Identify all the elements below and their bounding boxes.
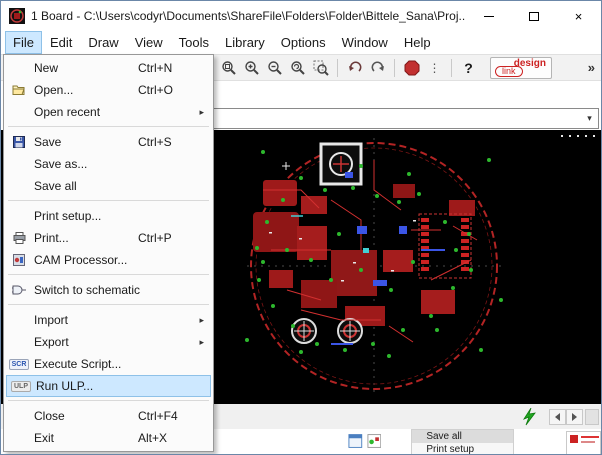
menu-separator <box>8 274 209 275</box>
menu-separator <box>8 126 209 127</box>
zoom-fit-icon <box>221 60 237 76</box>
menu-draw[interactable]: Draw <box>80 31 126 54</box>
minimize-icon <box>484 16 494 17</box>
toolbar-separator <box>337 59 338 77</box>
zoom-redraw-button[interactable] <box>286 57 309 79</box>
logo-dot <box>570 435 578 443</box>
menu-item-open-recent[interactable]: Open recent ▸ <box>4 101 213 123</box>
stop-icon <box>404 60 420 76</box>
minimize-button[interactable] <box>466 1 511 31</box>
zoom-select-button[interactable] <box>309 57 332 79</box>
menu-library[interactable]: Library <box>217 31 273 54</box>
zoom-in-button[interactable] <box>240 57 263 79</box>
zoom-in-icon <box>244 60 260 76</box>
help-icon: ? <box>464 60 473 76</box>
board-thumbnail-icon[interactable] <box>367 433 382 449</box>
menu-item-cam-processor[interactable]: CAM Processor... <box>4 249 213 271</box>
file-dropdown-menu: New Ctrl+N Open... Ctrl+O Open recent ▸ … <box>3 54 214 452</box>
menu-item-save[interactable]: Save Ctrl+S <box>4 131 213 153</box>
menu-separator <box>8 304 209 305</box>
menu-item-exit[interactable]: Exit Alt+X <box>4 427 213 449</box>
menu-view[interactable]: View <box>127 31 171 54</box>
titlebar: 1 Board - C:\Users\codyr\Documents\Share… <box>1 1 601 31</box>
schematic-icon <box>4 285 34 295</box>
lightning-icon <box>523 408 536 426</box>
chevron-down-icon: ▾ <box>587 113 592 124</box>
toolbar-separator <box>451 59 452 77</box>
menu-window[interactable]: Window <box>334 31 396 54</box>
menu-item-print-setup[interactable]: Print setup... <box>4 205 213 227</box>
window-title: 1 Board - C:\Users\codyr\Documents\Share… <box>31 9 466 23</box>
submenu-arrow-icon: ▸ <box>199 315 204 326</box>
cam-processor-icon <box>4 254 34 266</box>
submenu-arrow-icon: ▸ <box>199 107 204 118</box>
dots-icon: ⋮ <box>429 61 441 75</box>
design-link-button[interactable]: design link <box>490 57 552 79</box>
menubar: File Edit Draw View Tools Library Option… <box>1 31 601 54</box>
undo-icon <box>347 60 363 76</box>
scrollbar-corner <box>585 409 599 425</box>
zoom-out-button[interactable] <box>263 57 286 79</box>
undo-button[interactable] <box>343 57 366 79</box>
background-menu-item[interactable]: Save all <box>412 430 513 443</box>
menu-item-close[interactable]: Close Ctrl+F4 <box>4 405 213 427</box>
window-thumbnail-icon[interactable] <box>348 433 363 449</box>
menu-separator <box>8 200 209 201</box>
menu-help[interactable]: Help <box>396 31 439 54</box>
menu-separator <box>8 400 209 401</box>
menu-item-save-all[interactable]: Save all <box>4 175 213 197</box>
redo-button[interactable] <box>366 57 389 79</box>
menu-edit[interactable]: Edit <box>42 31 80 54</box>
toolbar-separator <box>394 59 395 77</box>
app-window: 1 Board - C:\Users\codyr\Documents\Share… <box>0 0 602 455</box>
save-disk-icon <box>4 136 34 148</box>
zoom-select-icon <box>313 60 329 76</box>
ulp-icon: ULP <box>6 381 36 392</box>
pcb-logo-card <box>566 431 601 455</box>
open-folder-icon <box>4 84 34 96</box>
menu-item-import[interactable]: Import ▸ <box>4 309 213 331</box>
background-window-fragment: Save all Print setup <box>346 429 601 455</box>
background-menu-panel: Save all Print setup <box>411 429 514 455</box>
toolbar-more-button[interactable]: ⋮ <box>423 57 446 79</box>
toolbar-overflow-chevron[interactable]: » <box>588 60 595 75</box>
zoom-out-icon <box>267 60 283 76</box>
menu-tools[interactable]: Tools <box>171 31 217 54</box>
logo-bar <box>581 436 599 438</box>
menu-item-save-as[interactable]: Save as... <box>4 153 213 175</box>
menu-item-export[interactable]: Export ▸ <box>4 331 213 353</box>
close-icon: × <box>575 9 583 24</box>
scroll-right-button[interactable] <box>566 409 583 425</box>
submenu-arrow-icon: ▸ <box>199 337 204 348</box>
close-button[interactable]: × <box>556 1 601 31</box>
design-link-oval-label: link <box>495 66 523 77</box>
menu-item-new[interactable]: New Ctrl+N <box>4 57 213 79</box>
zoom-redraw-icon <box>290 60 306 76</box>
window-controls: × <box>466 1 601 31</box>
menu-item-switch-to-schematic[interactable]: Switch to schematic <box>4 279 213 301</box>
menu-options[interactable]: Options <box>273 31 334 54</box>
drc-check-button[interactable] <box>519 407 539 427</box>
redo-icon <box>370 60 386 76</box>
script-icon: SCR <box>4 359 34 370</box>
logo-bar <box>581 441 595 443</box>
menu-item-execute-script[interactable]: SCR Execute Script... <box>4 353 213 375</box>
maximize-button[interactable] <box>511 1 556 31</box>
zoom-fit-button[interactable] <box>217 57 240 79</box>
menu-item-run-ulp[interactable]: ULP Run ULP... <box>6 375 211 397</box>
combo-dropdown-button[interactable]: ▾ <box>581 109 598 128</box>
scroll-left-icon <box>555 413 560 421</box>
stop-button[interactable] <box>400 57 423 79</box>
scroll-left-button[interactable] <box>549 409 566 425</box>
maximize-icon <box>529 12 539 21</box>
menu-file[interactable]: File <box>5 31 42 54</box>
help-button[interactable]: ? <box>457 57 480 79</box>
scroll-right-icon <box>572 413 577 421</box>
printer-icon <box>4 232 34 244</box>
menu-item-print[interactable]: Print... Ctrl+P <box>4 227 213 249</box>
menu-item-open[interactable]: Open... Ctrl+O <box>4 79 213 101</box>
app-icon <box>9 8 25 24</box>
background-menu-item[interactable]: Print setup <box>412 443 513 455</box>
